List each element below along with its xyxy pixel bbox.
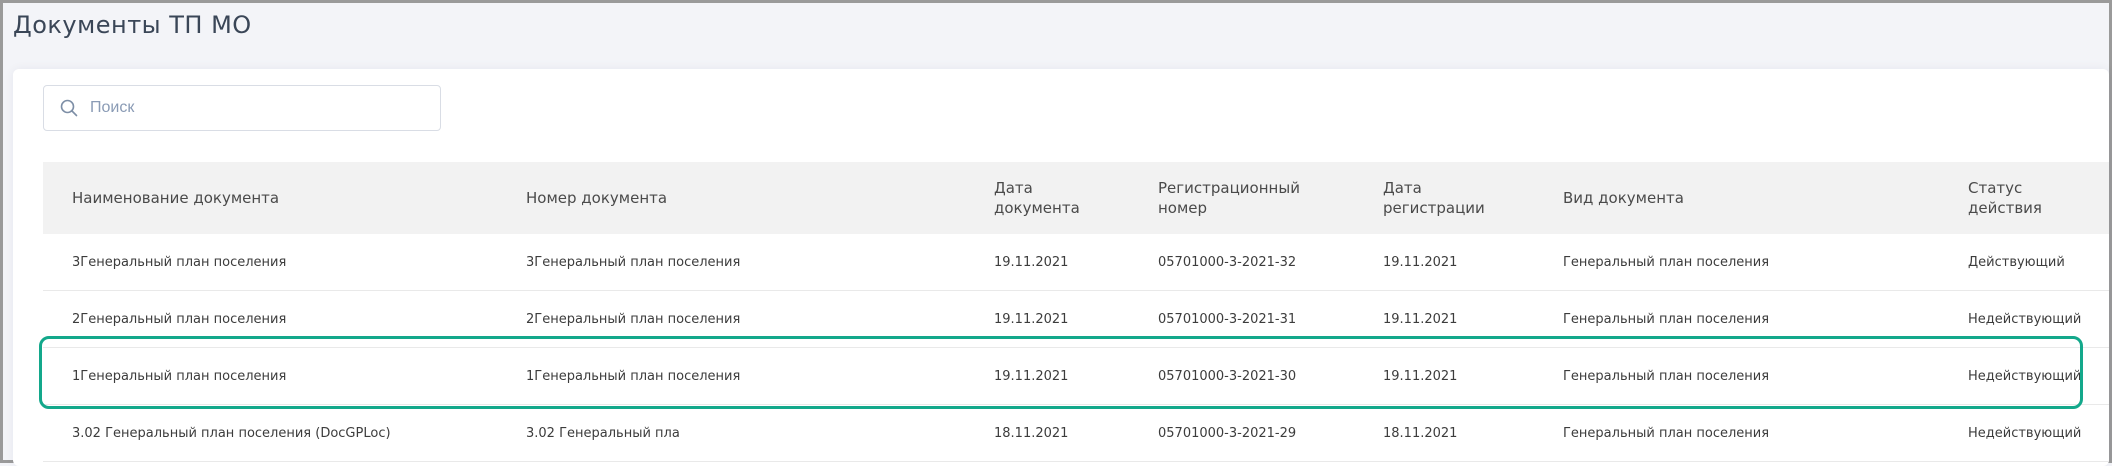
cell-document-number: 3Генеральный план поселения (526, 254, 741, 270)
cell-document-date: 19.11.2021 (994, 311, 1069, 327)
header-registration-number[interactable]: Регистрационный номер (1158, 162, 1308, 234)
cell-status: Недействующий (1968, 425, 2082, 441)
cell-document-type: Генеральный план поселения (1563, 368, 1770, 384)
header-document-number[interactable]: Номер документа (526, 162, 826, 234)
cell-document-date: 19.11.2021 (994, 254, 1069, 270)
header-registration-date[interactable]: Дата регистрации (1383, 162, 1493, 234)
cell-document-name: 3Генеральный план поселения (72, 254, 287, 270)
cell-registration-date: 19.11.2021 (1383, 311, 1458, 327)
table-header: Наименование документа Номер документа Д… (43, 162, 2109, 234)
search-icon (60, 99, 78, 117)
cell-document-date: 19.11.2021 (994, 368, 1069, 384)
cell-registration-number: 05701000-3-2021-32 (1158, 254, 1297, 270)
cell-document-type: Генеральный план поселения (1563, 254, 1770, 270)
cell-document-number: 3.02 Генеральный пла (526, 425, 680, 441)
cell-document-name: 1Генеральный план поселения (72, 368, 287, 384)
search-input[interactable] (88, 98, 440, 118)
header-document-date[interactable]: Дата документа (994, 162, 1084, 234)
table-row[interactable]: 2Генеральный план поселения 2Генеральный… (43, 291, 2109, 348)
cell-document-name: 2Генеральный план поселения (72, 311, 287, 327)
page-title: Документы ТП МО (13, 11, 252, 39)
documents-card: Наименование документа Номер документа Д… (13, 69, 2109, 466)
cell-document-type: Генеральный план поселения (1563, 311, 1770, 327)
cell-document-number: 1Генеральный план поселения (526, 368, 741, 384)
cell-registration-date: 19.11.2021 (1383, 254, 1458, 270)
cell-document-type: Генеральный план поселения (1563, 425, 1770, 441)
header-document-type[interactable]: Вид документа (1563, 162, 1863, 234)
cell-document-name: 3.02 Генеральный план поселения (DocGPLo… (72, 425, 391, 441)
cell-document-number: 2Генеральный план поселения (526, 311, 741, 327)
cell-status: Недействующий (1968, 368, 2082, 384)
cell-registration-date: 18.11.2021 (1383, 425, 1458, 441)
header-document-name[interactable]: Наименование документа (72, 162, 372, 234)
cell-registration-number: 05701000-3-2021-29 (1158, 425, 1297, 441)
search-box[interactable] (43, 85, 441, 131)
header-status[interactable]: Статус действия (1968, 162, 2048, 234)
cell-registration-number: 05701000-3-2021-31 (1158, 311, 1297, 327)
table-row[interactable]: 3Генеральный план поселения 3Генеральный… (43, 234, 2109, 291)
cell-status: Действующий (1968, 254, 2065, 270)
documents-table: Наименование документа Номер документа Д… (43, 162, 2109, 462)
cell-registration-date: 19.11.2021 (1383, 368, 1458, 384)
cell-registration-number: 05701000-3-2021-30 (1158, 368, 1297, 384)
table-row[interactable]: 3.02 Генеральный план поселения (DocGPLo… (43, 405, 2109, 462)
table-row[interactable]: 1Генеральный план поселения 1Генеральный… (43, 348, 2109, 405)
cell-document-date: 18.11.2021 (994, 425, 1069, 441)
cell-status: Недействующий (1968, 311, 2082, 327)
